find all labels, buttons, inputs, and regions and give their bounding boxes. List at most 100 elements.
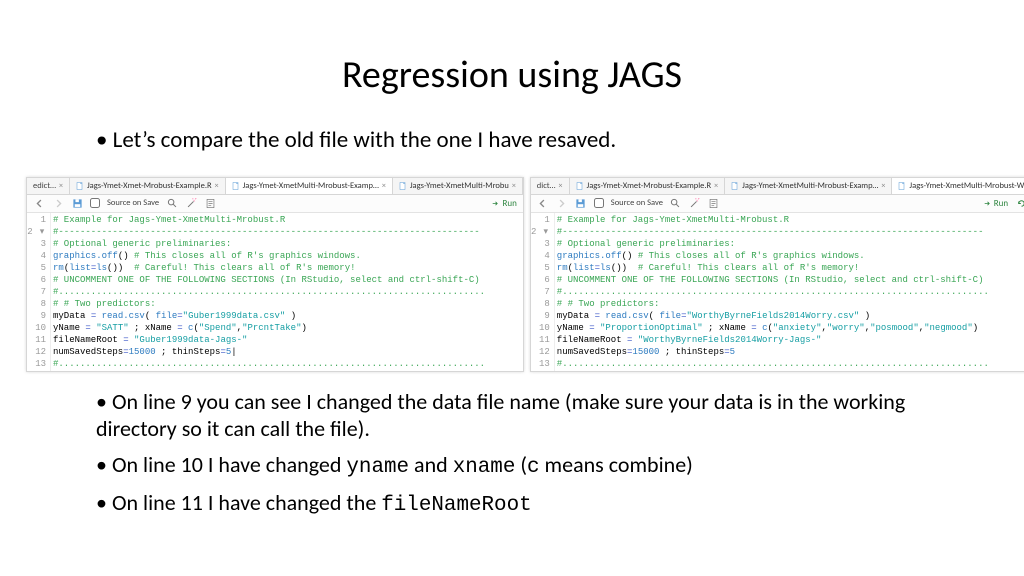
code-line[interactable]: # # Two predictors:	[557, 298, 1024, 310]
editor-toolbar: Source on SaveRun	[27, 195, 523, 213]
save-icon[interactable]	[575, 197, 587, 209]
close-icon[interactable]: ×	[59, 181, 63, 191]
editor-pane-left: edict…×Jags-Ymet-Xmet-Mrobust-Example.R×…	[26, 177, 524, 372]
r-file-icon	[576, 182, 584, 190]
close-icon[interactable]: ×	[881, 181, 885, 191]
code-line[interactable]: # Example for Jags-Ymet-XmetMulti-Mrobus…	[53, 214, 521, 226]
inline-code: yname	[346, 456, 409, 479]
run-button[interactable]: Run	[491, 198, 516, 209]
editor-tab[interactable]: Jags-Ymet-XmetMulti-Mrobust-Examp…×	[725, 178, 892, 194]
forward-icon[interactable]	[556, 197, 568, 209]
code-line[interactable]: fileNameRoot = "WorthyByrneFields2014Wor…	[557, 334, 1024, 346]
code-line[interactable]: # UNCOMMENT ONE OF THE FOLLOWING SECTION…	[53, 274, 521, 286]
tab-bar: edict…×Jags-Ymet-Xmet-Mrobust-Example.R×…	[27, 178, 523, 195]
code-line[interactable]: fileNameRoot = "Guber1999data-Jags-"	[53, 334, 521, 346]
code-line[interactable]: #.......................................…	[53, 358, 521, 370]
code-line[interactable]: numSavedSteps=15000 ; thinSteps=5|	[53, 346, 521, 358]
inline-code: c	[527, 456, 540, 479]
editor-tab[interactable]: Jags-Ymet-Xmet-Mrobust-Example.R×	[570, 178, 726, 194]
editor-tab[interactable]: edict…×	[27, 178, 70, 194]
find-icon[interactable]	[670, 197, 682, 209]
bottom-bullets: On line 9 you can see I changed the data…	[0, 378, 1024, 531]
close-icon[interactable]: ×	[382, 181, 386, 191]
tab-label: Jags-Ymet-Xmet-Mrobust-Example.R	[87, 181, 212, 191]
code-line[interactable]: #---------------------------------------…	[557, 226, 1024, 238]
editor-tab[interactable]: dict…×	[531, 178, 570, 194]
r-file-icon	[731, 182, 739, 190]
tab-label: Jags-Ymet-XmetMulti-Mrobust-Worth…	[909, 181, 1024, 191]
source-on-save-checkbox[interactable]	[90, 198, 100, 208]
source-on-save-checkbox[interactable]	[594, 198, 604, 208]
lead-bullets: Let’s compare the old file with the one …	[0, 116, 1024, 171]
editor-tab[interactable]: Jags-Ymet-XmetMulti-Mrobu×	[393, 178, 523, 194]
close-icon[interactable]: ×	[714, 181, 718, 191]
fold-icon[interactable]: ▾	[542, 226, 550, 238]
report-icon[interactable]	[204, 197, 216, 209]
code-line[interactable]: #.......................................…	[557, 358, 1024, 370]
inline-code: fileNameRoot	[381, 494, 531, 517]
report-icon[interactable]	[708, 197, 720, 209]
rerun-icon[interactable]	[1015, 197, 1024, 209]
comparison-panes: edict…×Jags-Ymet-Xmet-Mrobust-Example.R×…	[0, 171, 1024, 378]
forward-icon[interactable]	[52, 197, 64, 209]
editor-tab[interactable]: Jags-Ymet-XmetMulti-Mrobust-Worth…×	[892, 178, 1024, 194]
code-line[interactable]: yName = "SATT" ; xName = c("Spend","Prcn…	[53, 322, 521, 334]
fold-icon[interactable]: ▾	[38, 226, 46, 238]
r-file-icon	[399, 182, 407, 190]
tab-label: Jags-Ymet-Xmet-Mrobust-Example.R	[587, 181, 712, 191]
code-line[interactable]: rm(list=ls()) # Careful! This clears all…	[53, 262, 521, 274]
tab-bar: dict…×Jags-Ymet-Xmet-Mrobust-Example.R×J…	[531, 178, 1024, 195]
bullet-text: On line 11 I have changed the	[112, 489, 381, 516]
bullet-text: means combine)	[540, 451, 693, 478]
bullet-item: On line 11 I have changed the fileNameRo…	[96, 489, 942, 519]
code-line[interactable]: numSavedSteps=15000 ; thinSteps=5	[557, 346, 1024, 358]
wand-icon[interactable]	[689, 197, 701, 209]
code-line[interactable]: # Example for Jags-Ymet-XmetMulti-Mrobus…	[557, 214, 1024, 226]
code-editor[interactable]: 12 ▾345678910111213# Example for Jags-Ym…	[531, 213, 1024, 371]
close-icon[interactable]: ×	[559, 181, 563, 191]
code-line[interactable]: myData = read.csv( file="WorthyByrneFiel…	[557, 310, 1024, 322]
code-line[interactable]: graphics.off() # This closes all of R's …	[557, 250, 1024, 262]
back-icon[interactable]	[33, 197, 45, 209]
source-on-save-label: Source on Save	[611, 198, 663, 208]
editor-tab[interactable]: Jags-Ymet-XmetMulti-Mrobust-Examp…×	[226, 178, 393, 194]
code-editor[interactable]: 12 ▾345678910111213# Example for Jags-Ym…	[27, 213, 523, 371]
bullet-item: On line 10 I have changed yname and xnam…	[96, 451, 942, 481]
code-line[interactable]: #.......................................…	[53, 286, 521, 298]
tab-label: Jags-Ymet-XmetMulti-Mrobust-Examp…	[243, 181, 379, 191]
code-line[interactable]: rm(list=ls()) # Careful! This clears all…	[557, 262, 1024, 274]
code-line[interactable]: #---------------------------------------…	[53, 226, 521, 238]
editor-tab[interactable]: Jags-Ymet-Xmet-Mrobust-Example.R×	[70, 178, 226, 194]
bullet-text: On line 9 you can see I changed the data…	[96, 388, 905, 443]
close-icon[interactable]: ×	[215, 181, 219, 191]
code-line[interactable]: #.......................................…	[557, 286, 1024, 298]
save-icon[interactable]	[71, 197, 83, 209]
code-area[interactable]: # Example for Jags-Ymet-XmetMulti-Mrobus…	[555, 213, 1024, 371]
close-icon[interactable]: ×	[512, 181, 516, 191]
lead-bullet: Let’s compare the old file with the one …	[96, 126, 942, 155]
code-area[interactable]: # Example for Jags-Ymet-XmetMulti-Mrobus…	[51, 213, 523, 371]
code-line[interactable]: yName = "ProportionOptimal" ; xName = c(…	[557, 322, 1024, 334]
editor-pane-right: dict…×Jags-Ymet-Xmet-Mrobust-Example.R×J…	[530, 177, 1024, 372]
code-line[interactable]: # # Two predictors:	[53, 298, 521, 310]
tab-label: edict…	[33, 181, 56, 191]
code-line[interactable]: # UNCOMMENT ONE OF THE FOLLOWING SECTION…	[557, 274, 1024, 286]
gutter: 12 ▾345678910111213	[531, 213, 555, 371]
code-line[interactable]: # Optional generic preliminaries:	[53, 238, 521, 250]
bullet-item: On line 9 you can see I changed the data…	[96, 388, 942, 443]
r-file-icon	[898, 182, 906, 190]
find-icon[interactable]	[166, 197, 178, 209]
back-icon[interactable]	[537, 197, 549, 209]
inline-code: xname	[453, 456, 516, 479]
code-line[interactable]: graphics.off() # This closes all of R's …	[53, 250, 521, 262]
run-button[interactable]: Run	[983, 198, 1008, 209]
bullet-text: (	[515, 451, 527, 478]
editor-toolbar: Source on SaveRunSource	[531, 195, 1024, 213]
bullet-text: On line 10 I have changed	[112, 451, 346, 478]
r-file-icon	[76, 182, 84, 190]
code-line[interactable]: myData = read.csv( file="Guber1999data.c…	[53, 310, 521, 322]
wand-icon[interactable]	[185, 197, 197, 209]
code-line[interactable]: # Optional generic preliminaries:	[557, 238, 1024, 250]
gutter: 12 ▾345678910111213	[27, 213, 51, 371]
r-file-icon	[232, 182, 240, 190]
